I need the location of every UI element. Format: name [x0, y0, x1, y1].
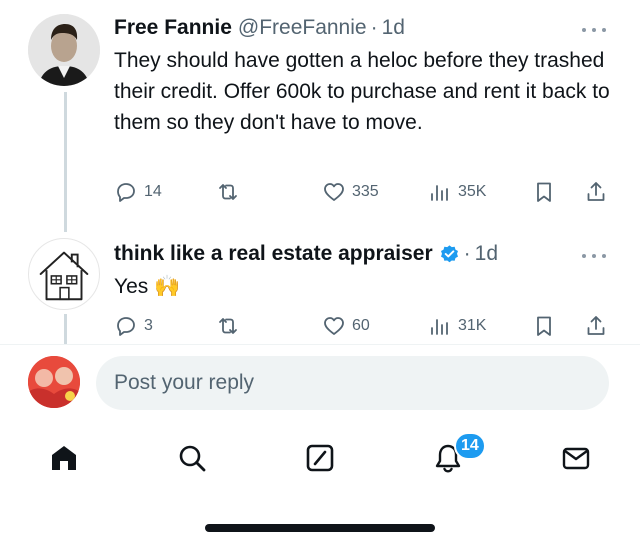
- reply-button[interactable]: 14: [114, 178, 162, 206]
- user-photo-avatar-icon: [28, 14, 100, 86]
- home-indicator[interactable]: [205, 524, 435, 532]
- thread-line: [64, 314, 67, 344]
- heart-icon: [324, 317, 344, 335]
- display-name[interactable]: Free Fannie: [114, 16, 232, 40]
- separator: ·: [370, 16, 378, 39]
- reply-count: 3: [144, 317, 153, 334]
- bookmark-icon: [537, 316, 551, 336]
- grok-icon: [306, 444, 334, 472]
- like-count: 60: [352, 317, 370, 334]
- user-handle[interactable]: @FreeFannie: [238, 16, 367, 40]
- verified-badge-icon: [440, 244, 458, 262]
- repost-icon: [219, 184, 237, 200]
- house-sketch-avatar-icon: [39, 251, 89, 301]
- reply-icon: [117, 183, 135, 202]
- search-icon: [179, 445, 206, 472]
- tweet-text: They should have gotten a heloc before t…: [114, 49, 610, 134]
- view-count: 35K: [458, 183, 487, 200]
- views-button[interactable]: 35K: [428, 178, 486, 206]
- view-count: 31K: [458, 317, 487, 334]
- tweet-header: think like a real estate appraiser · 1d: [114, 242, 498, 266]
- like-count: 335: [352, 183, 379, 200]
- avatar[interactable]: [28, 14, 100, 86]
- tweet-text: Yes 🙌: [114, 275, 181, 298]
- more-options-icon[interactable]: [582, 252, 606, 260]
- share-button[interactable]: [584, 312, 608, 340]
- repost-icon: [219, 318, 237, 334]
- tweet-header: Free Fannie @FreeFannie · 1d: [114, 16, 405, 40]
- tweet-actions: 14 335 35K: [114, 178, 614, 206]
- views-icon: [431, 185, 448, 201]
- timestamp[interactable]: 1d: [475, 242, 498, 266]
- bottom-tab-bar: 14: [0, 422, 640, 498]
- bookmark-icon: [537, 182, 551, 202]
- tab-grok[interactable]: [302, 440, 338, 476]
- heart-icon: [324, 183, 344, 201]
- display-name[interactable]: think like a real estate appraiser: [114, 242, 433, 266]
- home-icon: [52, 446, 76, 470]
- repost-button[interactable]: [216, 312, 240, 340]
- repost-button[interactable]: [216, 178, 240, 206]
- tweet-actions: 3 60 31K: [114, 312, 614, 340]
- tab-messages[interactable]: [558, 440, 594, 476]
- current-user-avatar[interactable]: [28, 356, 80, 408]
- views-icon: [431, 319, 448, 335]
- bookmark-button[interactable]: [532, 178, 556, 206]
- share-icon: [587, 182, 605, 201]
- more-options-icon[interactable]: [582, 26, 606, 34]
- reply-button[interactable]: 3: [114, 312, 153, 340]
- reply-composer: Post your reply: [0, 344, 640, 422]
- messages-icon: [562, 447, 590, 470]
- thread-line: [64, 92, 67, 232]
- like-button[interactable]: 60: [322, 312, 370, 340]
- tab-search[interactable]: [174, 440, 210, 476]
- bookmark-button[interactable]: [532, 312, 556, 340]
- notification-badge: 14: [454, 432, 486, 460]
- reply-placeholder: Post your reply: [114, 371, 255, 394]
- views-button[interactable]: 31K: [428, 312, 486, 340]
- timestamp[interactable]: 1d: [382, 16, 405, 40]
- reply-count: 14: [144, 183, 162, 200]
- like-button[interactable]: 335: [322, 178, 379, 206]
- reply-icon: [117, 317, 135, 336]
- reply-input[interactable]: Post your reply: [96, 356, 609, 410]
- user-photo-avatar-icon: [28, 356, 80, 408]
- tab-home[interactable]: [46, 440, 82, 476]
- separator: ·: [463, 242, 471, 265]
- share-button[interactable]: [584, 178, 608, 206]
- share-icon: [587, 316, 605, 335]
- avatar[interactable]: [28, 238, 100, 310]
